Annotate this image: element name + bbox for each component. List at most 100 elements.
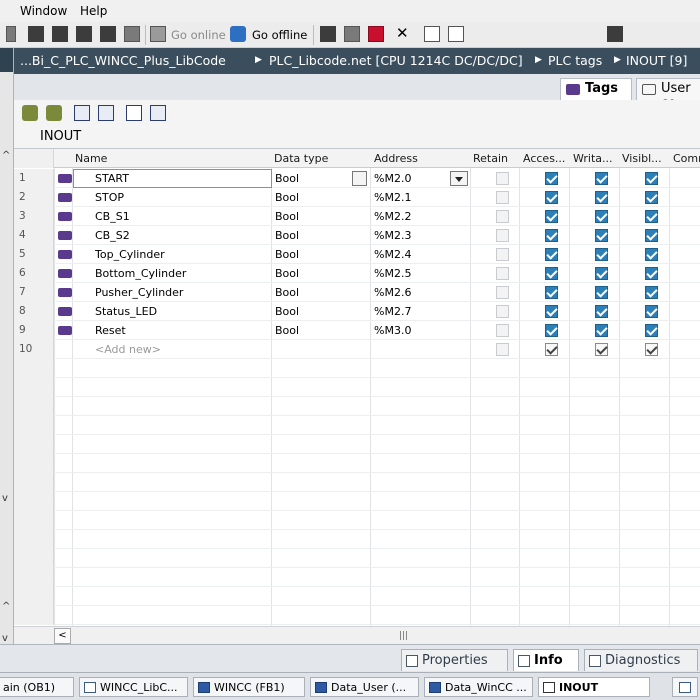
tag-address[interactable]: %M2.0 <box>374 172 411 185</box>
tag-data-type[interactable]: Bool <box>275 286 299 299</box>
tag-name[interactable]: START <box>95 172 129 185</box>
tag-data-type[interactable]: Bool <box>275 210 299 223</box>
writable-checkbox[interactable] <box>595 267 608 280</box>
writable-checkbox[interactable] <box>595 229 608 242</box>
breadcrumb-plc-tags[interactable]: PLC tags <box>548 53 602 68</box>
visible-checkbox[interactable] <box>645 305 658 318</box>
retain-checkbox[interactable] <box>496 343 509 356</box>
breadcrumb-inout[interactable]: INOUT [9] <box>626 53 687 68</box>
visible-checkbox[interactable] <box>645 343 658 356</box>
accessible-checkbox[interactable] <box>545 248 558 261</box>
compile-icon[interactable] <box>28 26 44 42</box>
retain-checkbox[interactable] <box>496 324 509 337</box>
retain-checkbox[interactable] <box>496 210 509 223</box>
tag-address[interactable]: %M2.7 <box>374 305 411 318</box>
tag-address[interactable]: %M2.4 <box>374 248 411 261</box>
tab-user-constants[interactable]: User co <box>636 78 700 111</box>
tag-data-type[interactable]: Bool <box>275 248 299 261</box>
col-retain[interactable]: Retain <box>473 152 508 165</box>
tag-name[interactable]: CB_S1 <box>95 210 130 223</box>
tag-address[interactable]: %M2.3 <box>374 229 411 242</box>
tag-data-type[interactable]: Bool <box>275 324 299 337</box>
writable-checkbox[interactable] <box>595 210 608 223</box>
retain-checkbox[interactable] <box>496 191 509 204</box>
row-number[interactable]: 8 <box>14 302 54 321</box>
table-row[interactable]: 3 CB_S1 Bool %M2.2 <box>14 207 700 226</box>
accessible-checkbox[interactable] <box>545 191 558 204</box>
writable-checkbox[interactable] <box>595 172 608 185</box>
col-address[interactable]: Address <box>374 152 418 165</box>
tab-info[interactable]: Info <box>513 649 579 671</box>
download-icon[interactable] <box>52 26 68 42</box>
toolbar-expand-icon[interactable] <box>6 26 16 42</box>
address-dropdown-icon[interactable] <box>450 171 468 186</box>
retain-checkbox[interactable] <box>496 229 509 242</box>
tag-data-type[interactable]: Bool <box>275 229 299 242</box>
retain-checkbox[interactable] <box>496 286 509 299</box>
accessible-checkbox[interactable] <box>545 172 558 185</box>
visible-checkbox[interactable] <box>645 191 658 204</box>
simulation-icon[interactable] <box>124 26 140 42</box>
visible-checkbox[interactable] <box>645 248 658 261</box>
retain-checkbox[interactable] <box>496 172 509 185</box>
writable-checkbox[interactable] <box>595 191 608 204</box>
export-icon[interactable] <box>74 105 90 121</box>
tag-name[interactable]: Pusher_Cylinder <box>95 286 183 299</box>
menu-window[interactable]: Window <box>20 4 67 18</box>
col-data-type[interactable]: Data type <box>274 152 328 165</box>
row-number[interactable]: 4 <box>14 226 54 245</box>
task-inout[interactable]: INOUT <box>538 677 650 697</box>
accessible-checkbox[interactable] <box>545 324 558 337</box>
tag-data-type[interactable]: Bool <box>275 305 299 318</box>
go-offline-icon[interactable] <box>230 26 246 42</box>
stop-cpu-icon[interactable] <box>368 26 384 42</box>
tag-address[interactable]: %M2.6 <box>374 286 411 299</box>
retain-checkbox[interactable] <box>496 248 509 261</box>
scroll-thumb-grip-icon[interactable]: ||| <box>399 631 409 641</box>
tag-address[interactable]: %M3.0 <box>374 324 411 337</box>
accessible-devices-icon[interactable] <box>320 26 336 42</box>
monitor-all-icon[interactable] <box>126 105 142 121</box>
writable-checkbox[interactable] <box>595 305 608 318</box>
table-row[interactable]: 9 Reset Bool %M3.0 <box>14 321 700 340</box>
table-row[interactable]: 7 Pusher_Cylinder Bool %M2.6 <box>14 283 700 302</box>
scroll-left-icon[interactable]: < <box>54 628 71 644</box>
row-number[interactable]: 9 <box>14 321 54 340</box>
row-number[interactable]: 1 <box>14 169 54 188</box>
cross-reference-icon[interactable]: ✕ <box>396 26 412 42</box>
task-data-wincc[interactable]: Data_WinCC ... <box>424 677 533 697</box>
row-number[interactable]: 10 <box>14 340 54 359</box>
table-row[interactable]: 4 CB_S2 Bool %M2.3 <box>14 226 700 245</box>
table-row[interactable]: 5 Top_Cylinder Bool %M2.4 <box>14 245 700 264</box>
writable-checkbox[interactable] <box>595 343 608 356</box>
data-type-picker-icon[interactable] <box>352 171 367 186</box>
add-row-icon[interactable] <box>22 105 38 121</box>
row-number[interactable]: 2 <box>14 188 54 207</box>
tag-name[interactable]: Reset <box>95 324 126 337</box>
visible-checkbox[interactable] <box>645 210 658 223</box>
tag-name[interactable]: Top_Cylinder <box>95 248 165 261</box>
task-wincc-fb1[interactable]: WINCC (FB1) <box>193 677 305 697</box>
go-online-button[interactable]: Go online <box>171 28 226 42</box>
col-comment[interactable]: Comm <box>673 152 700 165</box>
go-offline-button[interactable]: Go offline <box>252 28 307 42</box>
horizontal-scrollbar[interactable]: < ||| <box>54 626 700 644</box>
table-row[interactable]: 8 Status_LED Bool %M2.7 <box>14 302 700 321</box>
split-horizontal-icon[interactable] <box>424 26 440 42</box>
visible-checkbox[interactable] <box>645 286 658 299</box>
tag-name[interactable]: CB_S2 <box>95 229 130 242</box>
col-visible[interactable]: Visibl... <box>622 152 662 165</box>
visible-checkbox[interactable] <box>645 267 658 280</box>
task-data-user[interactable]: Data_User (... <box>310 677 419 697</box>
accessible-checkbox[interactable] <box>545 305 558 318</box>
retain-checkbox[interactable] <box>496 305 509 318</box>
import-icon[interactable] <box>98 105 114 121</box>
start-simulation-icon[interactable] <box>100 26 116 42</box>
table-row-add-new[interactable]: 10 <Add new> <box>14 340 700 359</box>
accessible-checkbox[interactable] <box>545 343 558 356</box>
insert-row-icon[interactable] <box>46 105 62 121</box>
accessible-checkbox[interactable] <box>545 210 558 223</box>
tag-name[interactable]: STOP <box>95 191 124 204</box>
accessible-checkbox[interactable] <box>545 286 558 299</box>
task-overview-button[interactable] <box>672 677 698 697</box>
